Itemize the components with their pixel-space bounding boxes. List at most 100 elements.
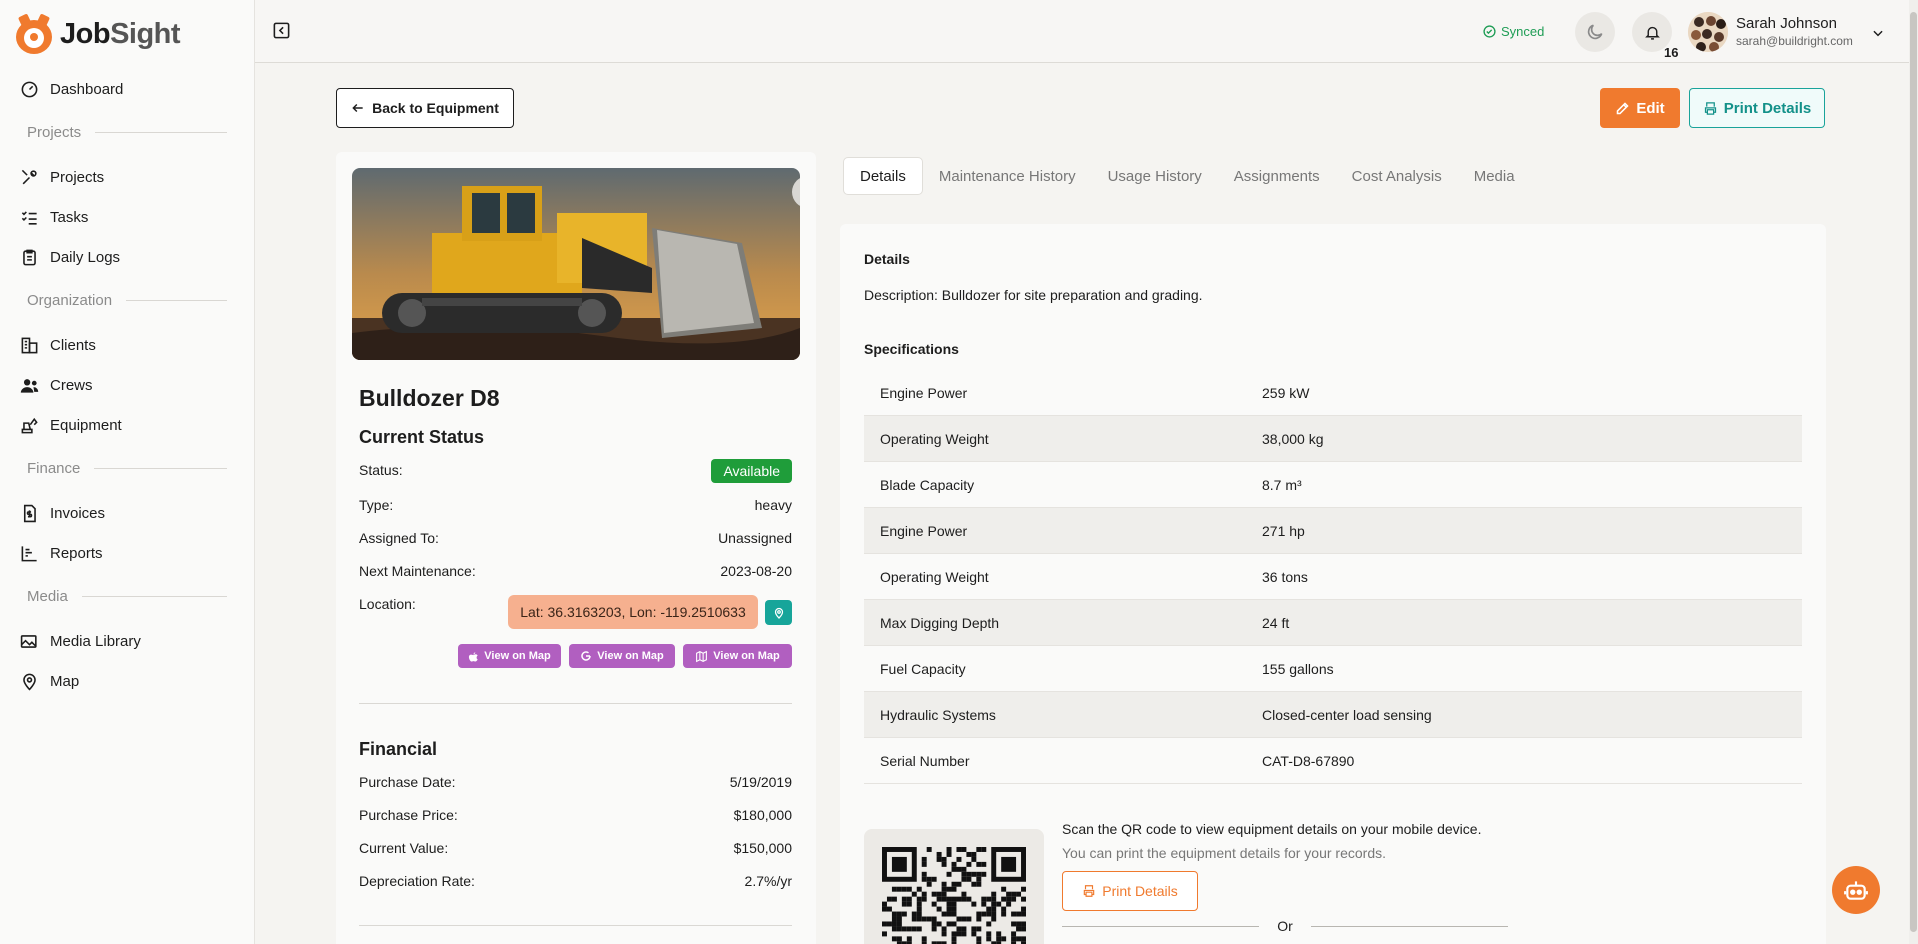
table-row: Serial Number CAT-D8-67890 (864, 738, 1802, 784)
sidebar-item-media-library[interactable]: Media Library (20, 629, 141, 653)
financial-heading: Financial (359, 739, 438, 759)
depreciation-value: 2.7%/yr (744, 873, 792, 889)
purchase-price-value: $180,000 (733, 807, 792, 823)
printer-icon (1704, 101, 1716, 115)
section-finance: Finance (27, 460, 227, 477)
or-separator: Or (1062, 918, 1508, 934)
user-name: Sarah Johnson (1736, 15, 1837, 32)
details-heading: Details (864, 251, 910, 267)
users-icon (20, 378, 39, 393)
checklist-icon (21, 210, 37, 225)
back-to-equipment-button[interactable]: Back to Equipment (336, 88, 514, 128)
section-projects: Projects (27, 124, 227, 141)
location-coordinates: Lat: 36.3163203, Lon: -119.2510633 (508, 595, 758, 629)
type-label: Type: (359, 497, 394, 513)
sync-status: Synced (1483, 24, 1544, 39)
apple-icon (469, 651, 478, 662)
sidebar-item-projects[interactable]: Projects (20, 165, 104, 189)
bell-icon (1644, 26, 1660, 40)
details-panel: Details Description: Bulldozer for site … (840, 224, 1826, 944)
edit-button[interactable]: Edit (1600, 88, 1680, 128)
brand-logo[interactable]: JobSight (14, 13, 181, 54)
locate-button[interactable] (765, 600, 792, 625)
edit-icon (1617, 101, 1629, 114)
avatar[interactable] (1688, 12, 1728, 52)
logo-icon (14, 13, 54, 54)
top-bar: Synced 16 Sarah Johnson sarah@buildright… (255, 0, 1909, 63)
clipboard-icon (23, 249, 36, 265)
tab-usage-history[interactable]: Usage History (1092, 157, 1218, 195)
next-maintenance-value: 2023-08-20 (720, 563, 792, 579)
qr-code-container (864, 829, 1044, 944)
purchase-date-value: 5/19/2019 (729, 774, 792, 790)
table-row: Blade Capacity 8.7 m³ (864, 462, 1802, 508)
tab-assignments[interactable]: Assignments (1218, 157, 1336, 195)
excavator-icon (21, 417, 38, 433)
equipment-summary-card: Bulldozer D8 Current Status Status: Avai… (336, 152, 816, 944)
type-value: heavy (754, 497, 792, 513)
arrow-left-icon (352, 103, 363, 113)
assistant-chat-button[interactable] (1832, 866, 1880, 914)
sidebar-item-tasks[interactable]: Tasks (20, 205, 88, 229)
brand-name: JobSight (60, 17, 181, 50)
sidebar: JobSight Dashboard Projects Projects Tas… (0, 0, 255, 944)
gauge-icon (21, 81, 38, 97)
tab-cost-analysis[interactable]: Cost Analysis (1336, 157, 1458, 195)
theme-toggle-button[interactable] (1575, 12, 1615, 52)
printer-icon (1084, 885, 1095, 897)
status-badge: Available (711, 459, 792, 483)
sidebar-item-daily-logs[interactable]: Daily Logs (20, 245, 120, 269)
chart-icon (21, 545, 37, 561)
qr-code (882, 847, 1026, 944)
current-status-heading: Current Status (359, 427, 485, 447)
sidebar-item-clients[interactable]: Clients (20, 333, 96, 357)
table-row: Fuel Capacity 155 gallons (864, 646, 1802, 692)
invoice-icon (23, 504, 36, 522)
map-pin-icon (774, 607, 783, 619)
check-circle-icon (1483, 25, 1496, 38)
map-icon (696, 650, 708, 662)
robot-icon (1844, 881, 1868, 900)
sidebar-item-reports[interactable]: Reports (20, 541, 103, 565)
map-pin-icon (23, 673, 36, 691)
chevron-down-icon[interactable] (1871, 26, 1885, 40)
page-scrollbar[interactable] (1909, 0, 1918, 944)
notification-count: 16 (1664, 45, 1679, 60)
equipment-description: Description: Bulldozer for site preparat… (864, 287, 1203, 303)
purchase-price-label: Purchase Price: (359, 807, 458, 823)
collapse-sidebar-icon[interactable] (272, 21, 291, 40)
google-maps-button[interactable]: View on Map (569, 644, 675, 668)
status-label: Status: (359, 462, 403, 478)
equipment-photo (352, 168, 800, 360)
tab-maintenance-history[interactable]: Maintenance History (923, 157, 1092, 195)
equipment-name: Bulldozer D8 (359, 385, 500, 411)
table-row: Engine Power 271 hp (864, 508, 1802, 554)
section-divider (359, 925, 792, 926)
depreciation-label: Depreciation Rate: (359, 873, 475, 889)
sidebar-item-crews[interactable]: Crews (20, 373, 93, 397)
section-media: Media (27, 588, 227, 605)
qr-instructions: Scan the QR code to view equipment detai… (1062, 821, 1482, 837)
sidebar-item-equipment[interactable]: Equipment (20, 413, 122, 437)
table-row: Operating Weight 38,000 kg (864, 416, 1802, 462)
print-details-button[interactable]: Print Details (1689, 88, 1825, 128)
table-row: Hydraulic Systems Closed-center load sens… (864, 692, 1802, 738)
section-divider (359, 703, 792, 704)
sidebar-item-map[interactable]: Map (20, 669, 79, 693)
purchase-date-label: Purchase Date: (359, 774, 456, 790)
current-value-value: $150,000 (733, 840, 792, 856)
user-email: sarah@buildright.com (1736, 34, 1853, 48)
tab-media[interactable]: Media (1458, 157, 1531, 195)
sidebar-item-dashboard[interactable]: Dashboard (20, 77, 123, 101)
location-label: Location: (359, 596, 416, 612)
openstreetmap-button[interactable]: View on Map (683, 644, 792, 668)
tab-details[interactable]: Details (843, 157, 923, 195)
building-icon (21, 337, 38, 353)
qr-print-details-button[interactable]: Print Details (1062, 871, 1198, 911)
google-icon (581, 651, 592, 661)
next-maintenance-label: Next Maintenance: (359, 563, 476, 579)
specifications-table: Engine Power 259 kW Operating Weight 38,00… (864, 370, 1802, 784)
sidebar-item-invoices[interactable]: Invoices (20, 501, 105, 525)
apple-maps-button[interactable]: View on Map (458, 644, 561, 668)
image-icon (20, 634, 37, 648)
